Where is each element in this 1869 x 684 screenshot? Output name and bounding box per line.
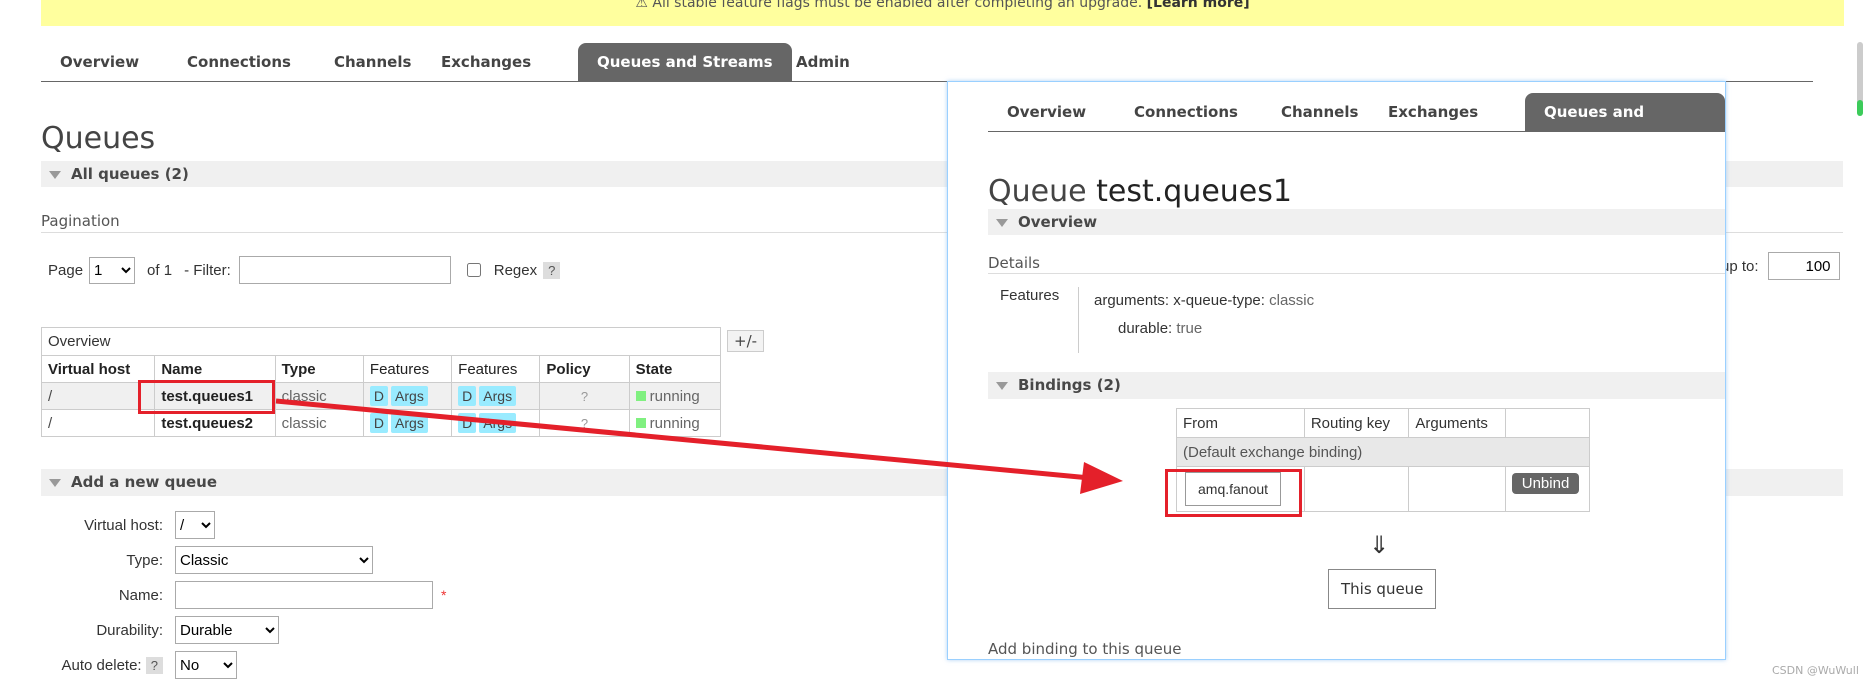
scroll-indicator-icon (1857, 100, 1863, 116)
annotation-arrow-head (1080, 462, 1123, 494)
watermark: CSDN @WuWull (1772, 664, 1859, 677)
annotation-arrow-line (275, 398, 1091, 481)
page-scrollbar[interactable] (1855, 42, 1865, 642)
annotation-arrow-icon (275, 398, 1123, 494)
